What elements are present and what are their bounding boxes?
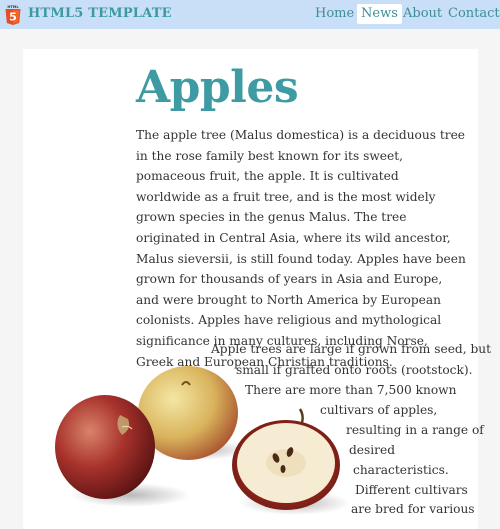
paragraph-2-line: Different cultivars [355, 483, 468, 497]
apples-illustration [55, 366, 350, 515]
paragraph-2-line: desired [349, 443, 396, 457]
paragraph-2-line: are bred for various [351, 502, 475, 516]
page-title: Apples [136, 62, 299, 113]
nav-link-about[interactable]: About [403, 4, 442, 24]
site-header: HTML 5 HTML5 TEMPLATE Home News About Co… [0, 0, 500, 29]
nav-link-news[interactable]: News [357, 4, 402, 24]
logo-digit: 5 [9, 11, 17, 24]
nav-link-home[interactable]: Home [315, 4, 354, 24]
paragraph-2-line: Apple trees are large if grown from seed… [211, 342, 492, 356]
logo-badge-text: HTML [7, 5, 19, 9]
paragraph-2-line: resulting in a range of [346, 423, 484, 437]
article-paragraph-1: The apple tree (Malus domestica) is a de… [136, 128, 466, 369]
paragraph-2-line: characteristics. [353, 463, 449, 477]
nav-link-contact[interactable]: Contact [448, 4, 500, 24]
html5-logo-icon[interactable]: HTML 5 [4, 4, 22, 26]
brand-title[interactable]: HTML5 TEMPLATE [28, 6, 172, 21]
